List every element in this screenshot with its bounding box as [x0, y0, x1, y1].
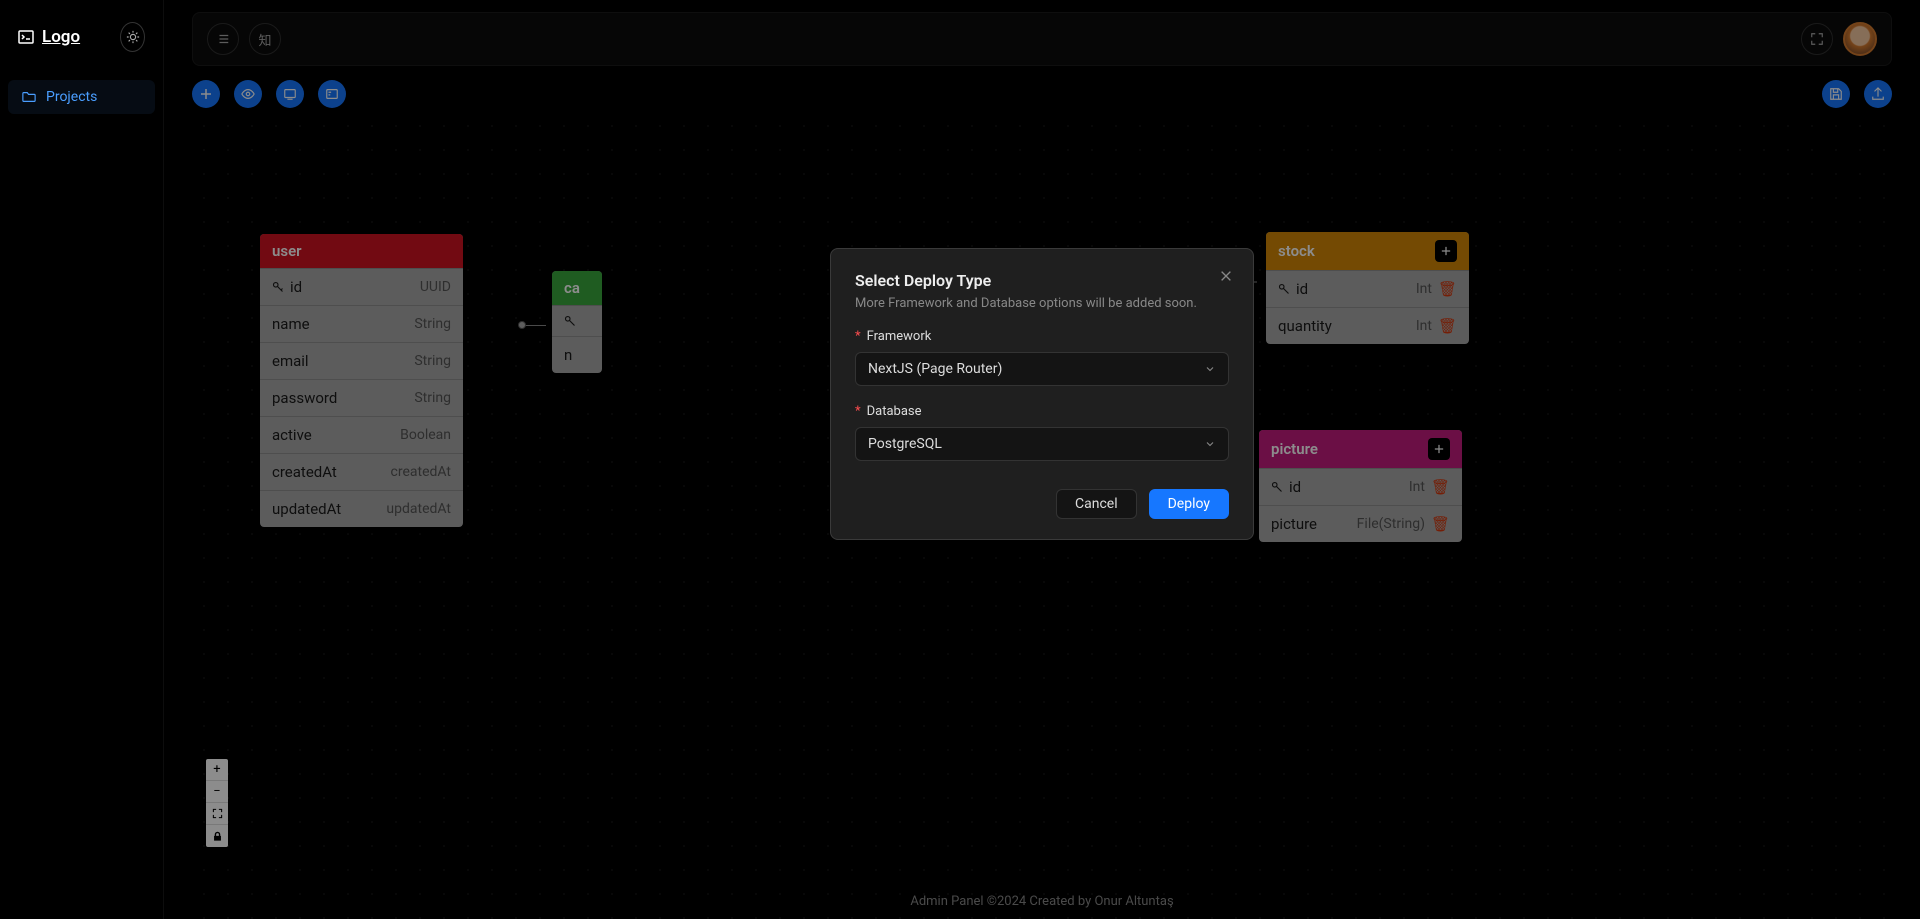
modal-backdrop[interactable]: Select Deploy Type More Framework and Da… — [164, 0, 1920, 919]
modal-close-button[interactable] — [1219, 269, 1233, 283]
select-value: PostgreSQL — [868, 436, 942, 452]
sidebar: Logo Projects — [0, 0, 164, 919]
database-label: *Database — [855, 404, 1229, 419]
chevron-down-icon — [1204, 438, 1216, 450]
deploy-submit-button[interactable]: Deploy — [1149, 489, 1229, 519]
database-select[interactable]: PostgreSQL — [855, 427, 1229, 461]
sun-icon — [126, 30, 140, 44]
sidebar-item-projects[interactable]: Projects — [8, 80, 155, 114]
logo-text: Logo — [42, 27, 80, 47]
close-icon — [1219, 269, 1233, 283]
theme-toggle[interactable] — [120, 22, 145, 52]
framework-select[interactable]: NextJS (Page Router) — [855, 352, 1229, 386]
logo[interactable]: Logo — [18, 27, 80, 47]
cancel-button[interactable]: Cancel — [1056, 489, 1137, 519]
main: 知 — [164, 0, 1920, 919]
modal-subtitle: More Framework and Database options will… — [855, 296, 1229, 311]
chevron-down-icon — [1204, 363, 1216, 375]
sidebar-item-label: Projects — [46, 89, 97, 105]
select-value: NextJS (Page Router) — [868, 361, 1002, 377]
folder-icon — [22, 90, 36, 104]
framework-label: *Framework — [855, 329, 1229, 344]
deploy-modal: Select Deploy Type More Framework and Da… — [830, 248, 1254, 540]
terminal-icon — [18, 29, 34, 45]
modal-title: Select Deploy Type — [855, 271, 1229, 290]
